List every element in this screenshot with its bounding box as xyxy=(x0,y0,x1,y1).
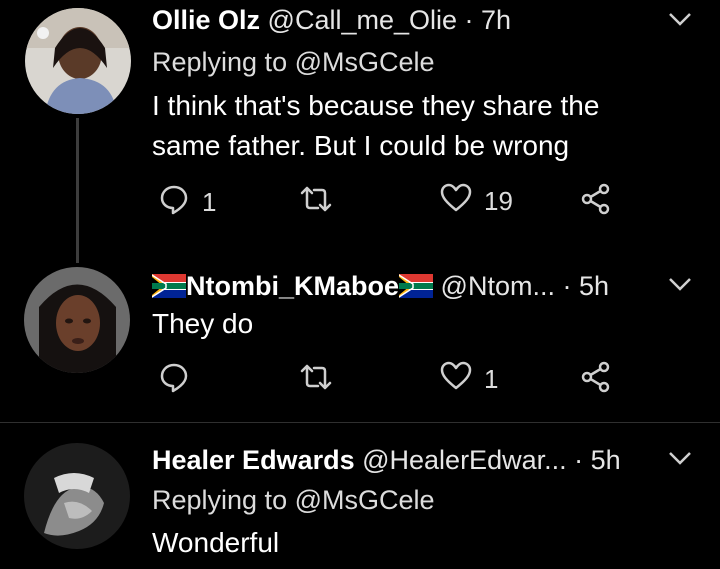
retweet-button[interactable] xyxy=(298,183,334,222)
tweet-actions: 1 xyxy=(0,361,720,401)
reply-count: 1 xyxy=(202,187,217,217)
like-count: 19 xyxy=(484,186,513,216)
like-icon xyxy=(440,183,472,220)
display-name[interactable]: Healer Edwards xyxy=(152,445,355,475)
reply-icon xyxy=(158,361,190,400)
tweet-ntombi[interactable]: Ntombi_KMaboe @Ntom... · 5h They do 1 xyxy=(0,250,720,422)
tweet-text: I think that's because they share the sa… xyxy=(152,90,600,161)
display-name[interactable]: Ntombi_KMaboe xyxy=(186,271,399,301)
tweet-header: Ntombi_KMaboe @Ntom... · 5h xyxy=(151,270,609,305)
share-button[interactable] xyxy=(580,183,612,222)
tweet-healer[interactable]: Healer Edwards @HealerEdwar... · 5h Repl… xyxy=(0,423,720,569)
share-icon xyxy=(580,361,612,400)
like-button[interactable]: 1 xyxy=(440,361,498,398)
user-handle[interactable]: @Ntom... xyxy=(441,271,555,301)
replying-to[interactable]: Replying to @MsGCele xyxy=(152,47,435,78)
like-button[interactable]: 19 xyxy=(440,183,513,220)
tweet-header: Ollie Olz @Call_me_Olie · 7h xyxy=(152,4,511,36)
retweet-button[interactable] xyxy=(298,361,334,400)
avatar[interactable] xyxy=(24,267,130,373)
share-button[interactable] xyxy=(580,361,612,400)
avatar[interactable] xyxy=(25,8,131,114)
replying-to[interactable]: Replying to @MsGCele xyxy=(152,485,435,516)
tweet-header: Healer Edwards @HealerEdwar... · 5h xyxy=(152,444,621,476)
like-icon xyxy=(440,361,472,398)
retweet-icon xyxy=(298,361,334,400)
share-icon xyxy=(580,183,612,222)
timestamp[interactable]: · 5h xyxy=(574,445,621,475)
chevron-down-icon[interactable] xyxy=(667,10,693,33)
user-handle[interactable]: @HealerEdwar... xyxy=(362,445,567,475)
timestamp[interactable]: · 7h xyxy=(465,5,512,35)
south-africa-flag-icon xyxy=(398,273,434,305)
user-handle[interactable]: @Call_me_Olie xyxy=(268,5,457,35)
like-count: 1 xyxy=(484,364,499,394)
chevron-down-icon[interactable] xyxy=(667,449,693,472)
reply-button[interactable]: 1 xyxy=(158,183,216,222)
chevron-down-icon[interactable] xyxy=(667,275,693,298)
display-name[interactable]: Ollie Olz xyxy=(152,5,260,35)
timestamp[interactable]: · 5h xyxy=(562,271,609,301)
avatar[interactable] xyxy=(24,443,130,549)
retweet-icon xyxy=(298,183,334,222)
reply-icon xyxy=(158,183,190,222)
tweet-ollie[interactable]: Ollie Olz @Call_me_Olie · 7h Replying to… xyxy=(0,0,720,250)
reply-button[interactable] xyxy=(158,361,190,400)
tweet-actions: 1 19 xyxy=(0,183,720,223)
south-africa-flag-icon xyxy=(151,273,186,305)
tweet-text: Wonderful xyxy=(152,527,280,558)
tweet-text: They do xyxy=(152,308,254,339)
